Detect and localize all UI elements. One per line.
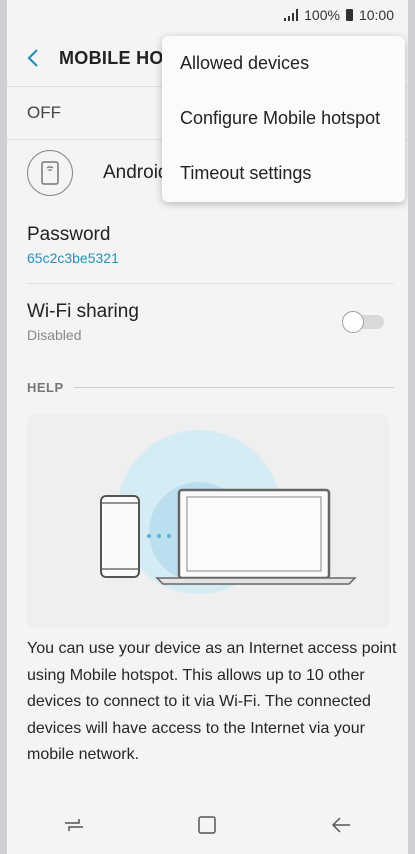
hotspot-state-label: OFF bbox=[27, 103, 61, 122]
screen: 100% 10:00 MOBILE HOT OFF Android Passwo… bbox=[7, 0, 408, 854]
hotspot-illustration bbox=[27, 414, 389, 628]
recent-apps-icon bbox=[65, 818, 84, 831]
menu-item-configure-hotspot[interactable]: Configure Mobile hotspot bbox=[162, 91, 405, 146]
menu-item-allowed-devices[interactable]: Allowed devices bbox=[162, 36, 405, 91]
wifi-sharing-label: Wi-Fi sharing bbox=[27, 301, 139, 322]
menu-item-timeout-settings[interactable]: Timeout settings bbox=[162, 146, 405, 201]
signal-icon bbox=[284, 9, 299, 21]
navigation-bar bbox=[7, 800, 408, 854]
help-paragraph: You can use your device as an Internet a… bbox=[27, 640, 397, 763]
back-button[interactable] bbox=[7, 30, 59, 86]
home-button[interactable] bbox=[197, 815, 217, 840]
password-label: Password bbox=[27, 224, 111, 245]
toggle-knob bbox=[342, 311, 364, 333]
status-bar: 100% 10:00 bbox=[7, 0, 408, 30]
wifi-sharing-row[interactable]: Wi-Fi sharing Disabled bbox=[27, 301, 394, 343]
help-text: You can use your device as an Internet a… bbox=[27, 636, 399, 821]
phone-icon bbox=[100, 495, 140, 578]
password-value: 65c2c3be5321 bbox=[27, 250, 119, 266]
help-section-header: HELP bbox=[27, 380, 394, 395]
device-name: Android bbox=[103, 162, 169, 183]
battery-percent: 100% bbox=[304, 7, 340, 23]
battery-icon bbox=[345, 9, 353, 21]
wifi-sharing-status: Disabled bbox=[27, 327, 82, 343]
divider bbox=[27, 283, 394, 284]
help-label: HELP bbox=[27, 380, 64, 395]
back-arrow-icon bbox=[331, 816, 350, 833]
page-title: MOBILE HOT bbox=[59, 47, 175, 68]
clock: 10:00 bbox=[358, 7, 394, 23]
password-row[interactable]: Password 65c2c3be5321 bbox=[27, 224, 394, 266]
recent-apps-button[interactable] bbox=[63, 816, 85, 839]
chevron-left-icon bbox=[27, 49, 38, 67]
back-nav-button[interactable] bbox=[330, 816, 352, 839]
wifi-sharing-toggle[interactable] bbox=[342, 311, 384, 333]
home-icon bbox=[198, 815, 217, 834]
overflow-menu: Allowed devices Configure Mobile hotspot… bbox=[162, 36, 405, 202]
laptop-icon bbox=[155, 488, 357, 585]
help-divider bbox=[73, 387, 394, 388]
device-icon bbox=[27, 150, 73, 196]
